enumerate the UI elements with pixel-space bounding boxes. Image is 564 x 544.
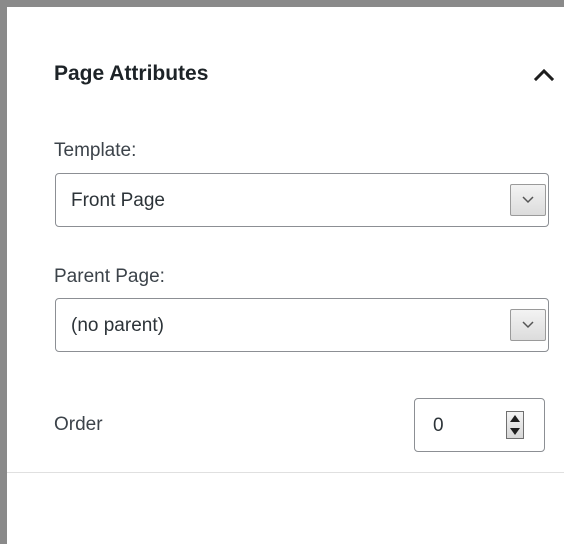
sidebar-frame: Page Attributes Template: Front Page Par…: [0, 0, 564, 544]
order-input-value: 0: [433, 415, 444, 436]
panel-divider: [7, 472, 564, 473]
chevron-up-icon[interactable]: [529, 61, 559, 87]
chevron-down-icon[interactable]: [510, 184, 546, 216]
panel-header[interactable]: Page Attributes: [54, 59, 559, 89]
order-label: Order: [54, 414, 103, 435]
order-input[interactable]: 0: [414, 398, 545, 452]
template-label: Template:: [54, 140, 137, 161]
parent-page-select[interactable]: (no parent): [55, 298, 549, 352]
spinner-arrows-icon[interactable]: [506, 411, 524, 439]
template-select[interactable]: Front Page: [55, 173, 549, 227]
spinner-up-icon[interactable]: [510, 415, 520, 422]
chevron-down-icon[interactable]: [510, 309, 546, 341]
panel-title: Page Attributes: [54, 62, 209, 85]
parent-page-label: Parent Page:: [54, 266, 165, 287]
template-select-value: Front Page: [71, 190, 165, 211]
spinner-down-icon[interactable]: [510, 428, 520, 435]
parent-page-select-value: (no parent): [71, 315, 164, 336]
